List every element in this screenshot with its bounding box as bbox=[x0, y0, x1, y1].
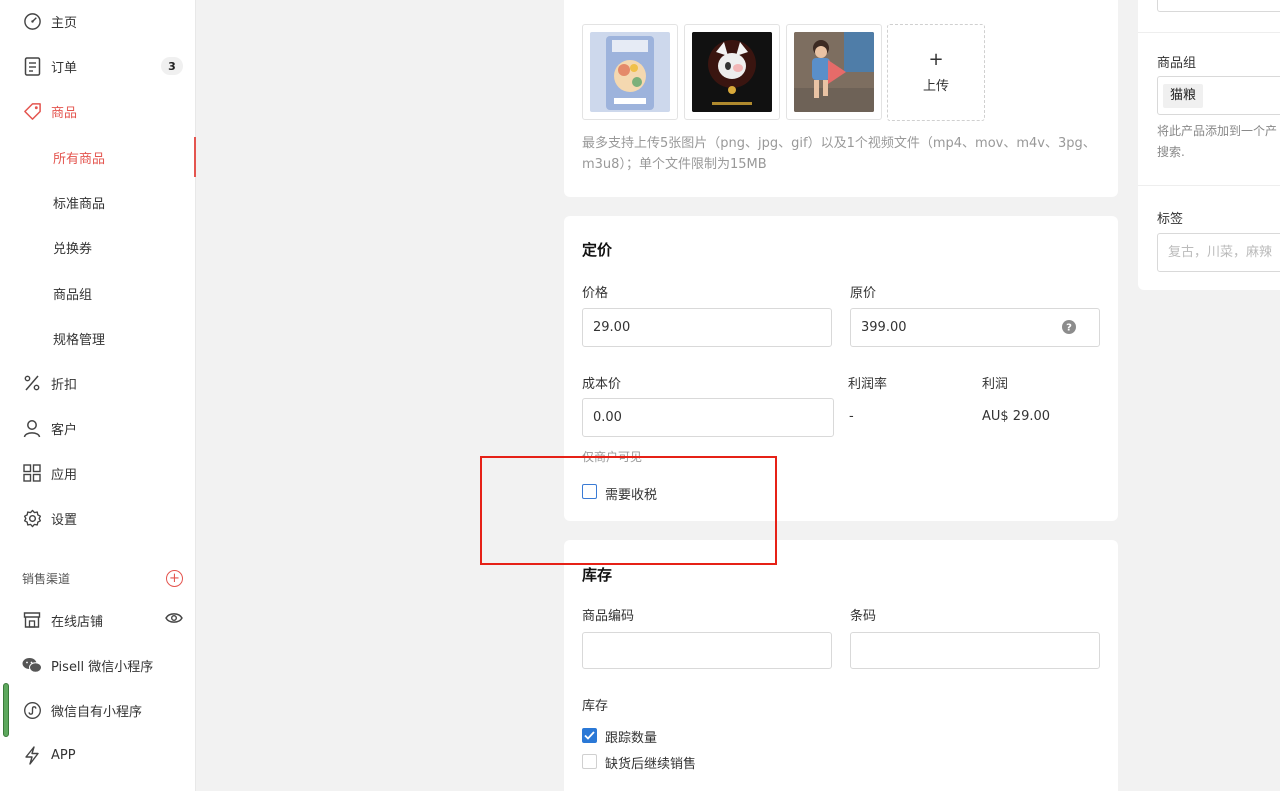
sidebar-subitem-spec-management[interactable]: 规格管理 bbox=[0, 318, 196, 358]
price-input[interactable] bbox=[582, 308, 832, 347]
sidebar-item-settings[interactable]: 设置 bbox=[0, 498, 196, 538]
upload-hint-line: m3u8）；单个文件限制为15MB bbox=[582, 157, 767, 172]
divider bbox=[1138, 32, 1280, 33]
cost-price-label: 成本价 bbox=[582, 377, 622, 392]
upload-hint-line: 最多支持上传5张图片（png、jpg、gif）以及1个视频文件（mp4、mov、… bbox=[582, 136, 1096, 151]
upload-hint: 最多支持上传5张图片（png、jpg、gif）以及1个视频文件（mp4、mov、… bbox=[582, 133, 1112, 175]
wechat-icon bbox=[22, 655, 42, 675]
upload-label: 上传 bbox=[922, 79, 949, 94]
sidebar-item-label: 订单 bbox=[51, 60, 78, 76]
charge-tax-label[interactable]: 需要收税 bbox=[605, 484, 657, 503]
sidebar-item-label: 客户 bbox=[51, 422, 78, 438]
sku-label: 商品编码 bbox=[582, 609, 635, 624]
product-video bbox=[794, 32, 874, 112]
store-icon bbox=[22, 610, 42, 630]
media-card: + 上传 最多支持上传5张图片（png、jpg、gif）以及1个视频文件（mp4… bbox=[564, 0, 1118, 197]
sidebar-item-label: 在线店铺 bbox=[51, 614, 104, 630]
sidebar-item-label: 折扣 bbox=[51, 377, 78, 393]
svg-text:?: ? bbox=[1066, 323, 1072, 334]
pricing-title: 定价 bbox=[582, 241, 613, 259]
sidebar-item-app[interactable]: APP bbox=[0, 735, 196, 775]
sidebar-item-label: 商品 bbox=[51, 105, 78, 121]
mini-program-icon bbox=[22, 700, 42, 720]
sidebar-item-orders[interactable]: 订单 3 bbox=[0, 46, 196, 86]
sidebar-item-apps[interactable]: 应用 bbox=[0, 453, 196, 493]
profit-label: 利润 bbox=[982, 377, 1009, 392]
stock-label: 库存 bbox=[582, 699, 609, 714]
lightning-icon bbox=[22, 745, 42, 765]
sku-input[interactable] bbox=[582, 632, 832, 669]
tags-label: 标签 bbox=[1157, 212, 1184, 227]
tag-icon bbox=[22, 101, 42, 121]
sidebar-subitem-all-products[interactable]: 所有商品 bbox=[0, 137, 196, 177]
orders-count-badge: 3 bbox=[161, 57, 183, 75]
product-group-hint: 将此产品添加到一个产 搜索. bbox=[1157, 121, 1277, 163]
sales-channels-heading: 销售渠道 bbox=[22, 572, 71, 586]
user-icon bbox=[22, 418, 42, 438]
orders-icon bbox=[22, 56, 42, 76]
price-label: 价格 bbox=[582, 286, 609, 301]
sidebar-item-online-store[interactable]: 在线店铺 bbox=[0, 600, 196, 640]
track-quantity-checkbox[interactable] bbox=[582, 728, 597, 743]
sidebar-subitem-product-groups[interactable]: 商品组 bbox=[0, 273, 196, 313]
sidebar-scrollbar[interactable] bbox=[3, 683, 9, 737]
barcode-input[interactable] bbox=[850, 632, 1100, 669]
media-video-thumbnail[interactable] bbox=[786, 24, 882, 120]
product-group-select[interactable]: 猫粮 bbox=[1157, 76, 1280, 115]
sidebar-item-label: 主页 bbox=[51, 15, 78, 31]
add-channel-icon[interactable]: + bbox=[166, 570, 183, 587]
organization-card: 商品组 猫粮 将此产品添加到一个产 搜索. 标签 bbox=[1138, 0, 1280, 290]
sidebar-item-label: 应用 bbox=[51, 467, 78, 483]
margin-label: 利润率 bbox=[848, 377, 888, 392]
inventory-card: 库存 商品编码 条码 库存 跟踪数量 缺货后继续销售 bbox=[564, 540, 1118, 791]
divider bbox=[1138, 185, 1280, 186]
inventory-title: 库存 bbox=[582, 566, 613, 584]
sidebar-item-discounts[interactable]: 折扣 bbox=[0, 363, 196, 403]
product-image bbox=[590, 32, 670, 112]
sidebar: 主页 订单 3 商品 所有商品 标准商品 兑换券 商品组 规格管理 折扣 客户 … bbox=[0, 0, 196, 791]
upload-button[interactable]: + 上传 bbox=[887, 24, 985, 121]
merchant-only-note: 仅商户可见 bbox=[582, 450, 643, 464]
media-thumbnail[interactable] bbox=[684, 24, 780, 120]
dashboard-icon bbox=[22, 11, 42, 31]
sidebar-item-home[interactable]: 主页 bbox=[0, 1, 196, 41]
sidebar-item-pisell-wechat[interactable]: Pisell 微信小程序 bbox=[0, 645, 196, 685]
sidebar-item-wechat-mini-program[interactable]: 微信自有小程序 bbox=[0, 690, 196, 730]
original-price-label: 原价 bbox=[850, 286, 877, 301]
continue-selling-checkbox[interactable] bbox=[582, 754, 597, 769]
product-group-hint-line: 搜索. bbox=[1157, 145, 1185, 159]
pricing-card: 定价 价格 原价 ? 成本价 利润率 - 利润 AU$ 29.00 仅商户可见 … bbox=[564, 216, 1118, 521]
barcode-label: 条码 bbox=[850, 609, 877, 624]
product-group-tag[interactable]: 猫粮 bbox=[1163, 84, 1204, 108]
product-group-label: 商品组 bbox=[1157, 56, 1197, 71]
tags-input[interactable] bbox=[1157, 233, 1280, 272]
sidebar-item-label: Pisell 微信小程序 bbox=[51, 659, 154, 675]
apps-icon bbox=[22, 463, 42, 483]
product-group-hint-line: 将此产品添加到一个产 bbox=[1157, 124, 1278, 138]
sidebar-item-label: 设置 bbox=[51, 512, 78, 528]
sidebar-item-products[interactable]: 商品 bbox=[0, 91, 196, 131]
sidebar-item-label: 微信自有小程序 bbox=[51, 704, 143, 720]
product-image bbox=[692, 32, 772, 112]
sidebar-subitem-standard-products[interactable]: 标准商品 bbox=[0, 182, 196, 222]
sidebar-subitem-vouchers[interactable]: 兑换券 bbox=[0, 227, 196, 267]
profit-value: AU$ 29.00 bbox=[982, 409, 1051, 424]
charge-tax-checkbox[interactable] bbox=[582, 484, 597, 499]
media-thumbnail[interactable] bbox=[582, 24, 678, 120]
plus-icon: + bbox=[928, 49, 944, 70]
sidebar-item-label: APP bbox=[51, 747, 76, 763]
help-icon[interactable]: ? bbox=[1062, 320, 1076, 338]
continue-selling-label[interactable]: 缺货后继续销售 bbox=[605, 753, 696, 772]
percent-icon bbox=[22, 373, 42, 393]
margin-value: - bbox=[849, 409, 854, 424]
sidebar-item-customers[interactable]: 客户 bbox=[0, 408, 196, 448]
track-quantity-label[interactable]: 跟踪数量 bbox=[605, 727, 657, 746]
vendor-input[interactable] bbox=[1157, 0, 1280, 12]
cost-price-input[interactable] bbox=[582, 398, 834, 437]
eye-icon[interactable] bbox=[165, 612, 183, 628]
checkmark-icon bbox=[584, 731, 595, 740]
gear-icon bbox=[22, 508, 42, 528]
